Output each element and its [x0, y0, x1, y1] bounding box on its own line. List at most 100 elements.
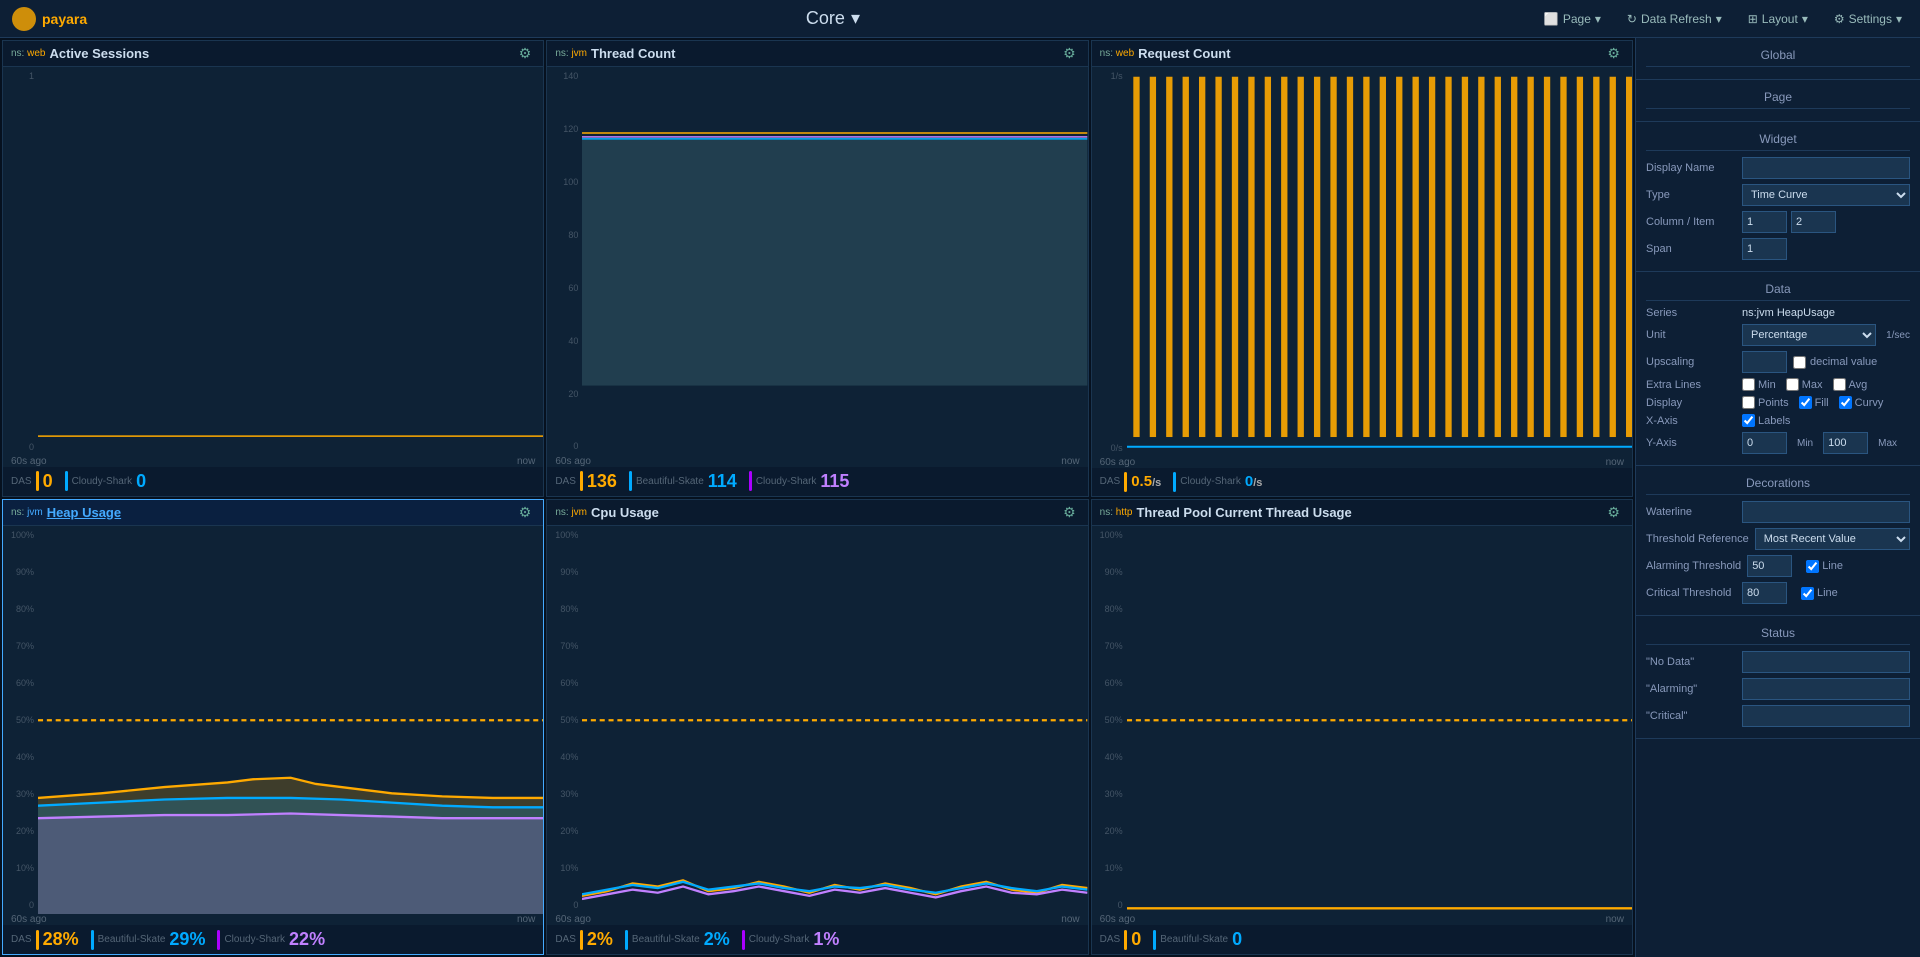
widget-section: Widget Display Name Type Time Curve Colu…	[1636, 122, 1920, 272]
no-data-label: "No Data"	[1646, 656, 1736, 668]
gear-btn-thread-pool[interactable]: ⚙	[1603, 504, 1624, 521]
widget-title-heap-usage: Heap Usage	[47, 505, 515, 520]
span-row: Span	[1646, 238, 1910, 260]
core-title: Core	[806, 8, 845, 29]
unit-row: Unit Percentage 1/sec	[1646, 324, 1910, 346]
unit-select[interactable]: Percentage	[1742, 324, 1876, 346]
svg-text:payara: payara	[42, 11, 87, 27]
alarming-status-row: "Alarming"	[1646, 678, 1910, 700]
critical-threshold-input[interactable]	[1742, 582, 1787, 604]
chart-area-cpu-usage: 100% 90% 80% 70% 60% 50% 40% 30% 20% 10%…	[547, 526, 1087, 915]
refresh-icon: ↻	[1627, 12, 1637, 26]
das-item-tp-1: Beautiful-Skate 0	[1153, 929, 1242, 950]
chart-svg-active-sessions	[38, 67, 543, 456]
alarming-status-input[interactable]	[1742, 678, 1910, 700]
widget-thread-pool: ns: http Thread Pool Current Thread Usag…	[1091, 499, 1633, 956]
type-label: Type	[1646, 189, 1736, 201]
fill-checkbox[interactable]	[1799, 396, 1812, 409]
yaxis-max-input[interactable]	[1823, 432, 1868, 454]
y-axis-cpu-usage: 100% 90% 80% 70% 60% 50% 40% 30% 20% 10%…	[547, 526, 582, 915]
das-item-rc-1: Cloudy-Shark 0/s	[1173, 472, 1262, 492]
das-row-request-count: DAS 0.5/s Cloudy-Shark 0/s	[1092, 468, 1632, 496]
das-bar-teal	[65, 471, 68, 491]
gear-btn-request-count[interactable]: ⚙	[1603, 45, 1624, 62]
data-refresh-btn[interactable]: ↻ Data Refresh ▾	[1619, 8, 1730, 30]
das-row-thread-count: DAS 136 Beautiful-Skate 114 Cloudy-Shark…	[547, 467, 1087, 496]
settings-btn[interactable]: ⚙ Settings ▾	[1826, 8, 1910, 30]
das-item-hu-1: Beautiful-Skate 29%	[91, 929, 206, 950]
das-item-rc-0: DAS 0.5/s	[1100, 472, 1162, 492]
gear-btn-active-sessions[interactable]: ⚙	[515, 45, 536, 62]
column-item-label: Column / Item	[1646, 216, 1736, 228]
decimal-value-label: decimal value	[1793, 356, 1877, 369]
critical-line-checkbox[interactable]	[1801, 587, 1814, 600]
gear-btn-thread-count[interactable]: ⚙	[1059, 45, 1080, 62]
widget-request-count: ns: web Request Count ⚙ 1/s 0/s	[1091, 40, 1633, 497]
yaxis-min-label: Min	[1797, 438, 1813, 449]
dropdown-icon[interactable]: ▾	[851, 8, 860, 29]
time-labels-cpu-usage: 60s ago now	[547, 914, 1087, 925]
chart-content-cpu-usage	[582, 526, 1087, 915]
data-section-title: Data	[1646, 278, 1910, 301]
item-input[interactable]	[1791, 211, 1836, 233]
alarming-threshold-input[interactable]	[1747, 555, 1792, 577]
chart-svg-request-count	[1127, 67, 1632, 457]
page-section: Page	[1636, 80, 1920, 122]
yaxis-min-input[interactable]	[1742, 432, 1787, 454]
alarming-status-label: "Alarming"	[1646, 683, 1736, 695]
extra-lines-row: Extra Lines Min Max Avg	[1646, 378, 1910, 391]
threshold-ref-select[interactable]: Most Recent Value	[1755, 528, 1910, 550]
widget-title-request-count: Request Count	[1138, 46, 1603, 61]
display-name-input[interactable]	[1742, 157, 1910, 179]
ns-label-web: ns: web	[11, 48, 45, 59]
chart-content-heap-usage	[38, 526, 543, 915]
critical-status-input[interactable]	[1742, 705, 1910, 727]
dashboard: ns: web Active Sessions ⚙ 1 0 60s ago no…	[0, 38, 1635, 957]
das-row-cpu-usage: DAS 2% Beautiful-Skate 2% Cloudy-Shark 1…	[547, 925, 1087, 954]
gear-btn-cpu-usage[interactable]: ⚙	[1059, 504, 1080, 521]
chart-content-thread-pool	[1127, 526, 1632, 915]
span-label: Span	[1646, 243, 1736, 255]
main-layout: ns: web Active Sessions ⚙ 1 0 60s ago no…	[0, 38, 1920, 957]
column-input[interactable]	[1742, 211, 1787, 233]
no-data-input[interactable]	[1742, 651, 1910, 673]
display-label: Display	[1646, 397, 1736, 409]
span-input[interactable]	[1742, 238, 1787, 260]
waterline-label: Waterline	[1646, 506, 1736, 518]
chart-svg-thread-pool	[1127, 526, 1632, 915]
das-item-cu-2: Cloudy-Shark 1%	[742, 929, 840, 950]
points-checkbox-label: Points	[1742, 396, 1789, 409]
page-btn[interactable]: ⬜ Page ▾	[1536, 8, 1609, 30]
points-checkbox[interactable]	[1742, 396, 1755, 409]
y-axis-request-count: 1/s 0/s	[1092, 67, 1127, 457]
status-title: Status	[1646, 622, 1910, 645]
status-section: Status "No Data" "Alarming" "Critical"	[1636, 616, 1920, 739]
upscaling-label: Upscaling	[1646, 356, 1736, 368]
settings-icon: ⚙	[1834, 12, 1845, 26]
avg-checkbox[interactable]	[1833, 378, 1846, 391]
chart-content-request-count	[1127, 67, 1632, 457]
type-select[interactable]: Time Curve	[1742, 184, 1910, 206]
xaxis-label: X-Axis	[1646, 415, 1736, 427]
waterline-input[interactable]	[1742, 501, 1910, 523]
layout-btn[interactable]: ⊞ Layout ▾	[1740, 8, 1816, 30]
das-bar-orange	[36, 471, 39, 491]
alarming-line-checkbox[interactable]	[1806, 560, 1819, 573]
widget-title-thread-count: Thread Count	[591, 46, 1059, 61]
min-checkbox[interactable]	[1742, 378, 1755, 391]
upscaling-input[interactable]	[1742, 351, 1787, 373]
yaxis-max-label: Max	[1878, 438, 1897, 449]
global-title: Global	[1646, 44, 1910, 67]
max-checkbox[interactable]	[1786, 378, 1799, 391]
widget-header-cpu-usage: ns: jvm Cpu Usage ⚙	[547, 500, 1087, 526]
widget-active-sessions: ns: web Active Sessions ⚙ 1 0 60s ago no…	[2, 40, 544, 497]
yaxis-label: Y-Axis	[1646, 437, 1736, 449]
decimal-checkbox[interactable]	[1793, 356, 1806, 369]
curvy-checkbox[interactable]	[1839, 396, 1852, 409]
widget-header-heap-usage: ns: jvm Heap Usage ⚙	[3, 500, 543, 526]
labels-checkbox[interactable]	[1742, 414, 1755, 427]
gear-btn-heap-usage[interactable]: ⚙	[515, 504, 536, 521]
display-row: Display Points Fill Curvy	[1646, 396, 1910, 409]
avg-checkbox-label: Avg	[1833, 378, 1868, 391]
waterline-row: Waterline	[1646, 501, 1910, 523]
